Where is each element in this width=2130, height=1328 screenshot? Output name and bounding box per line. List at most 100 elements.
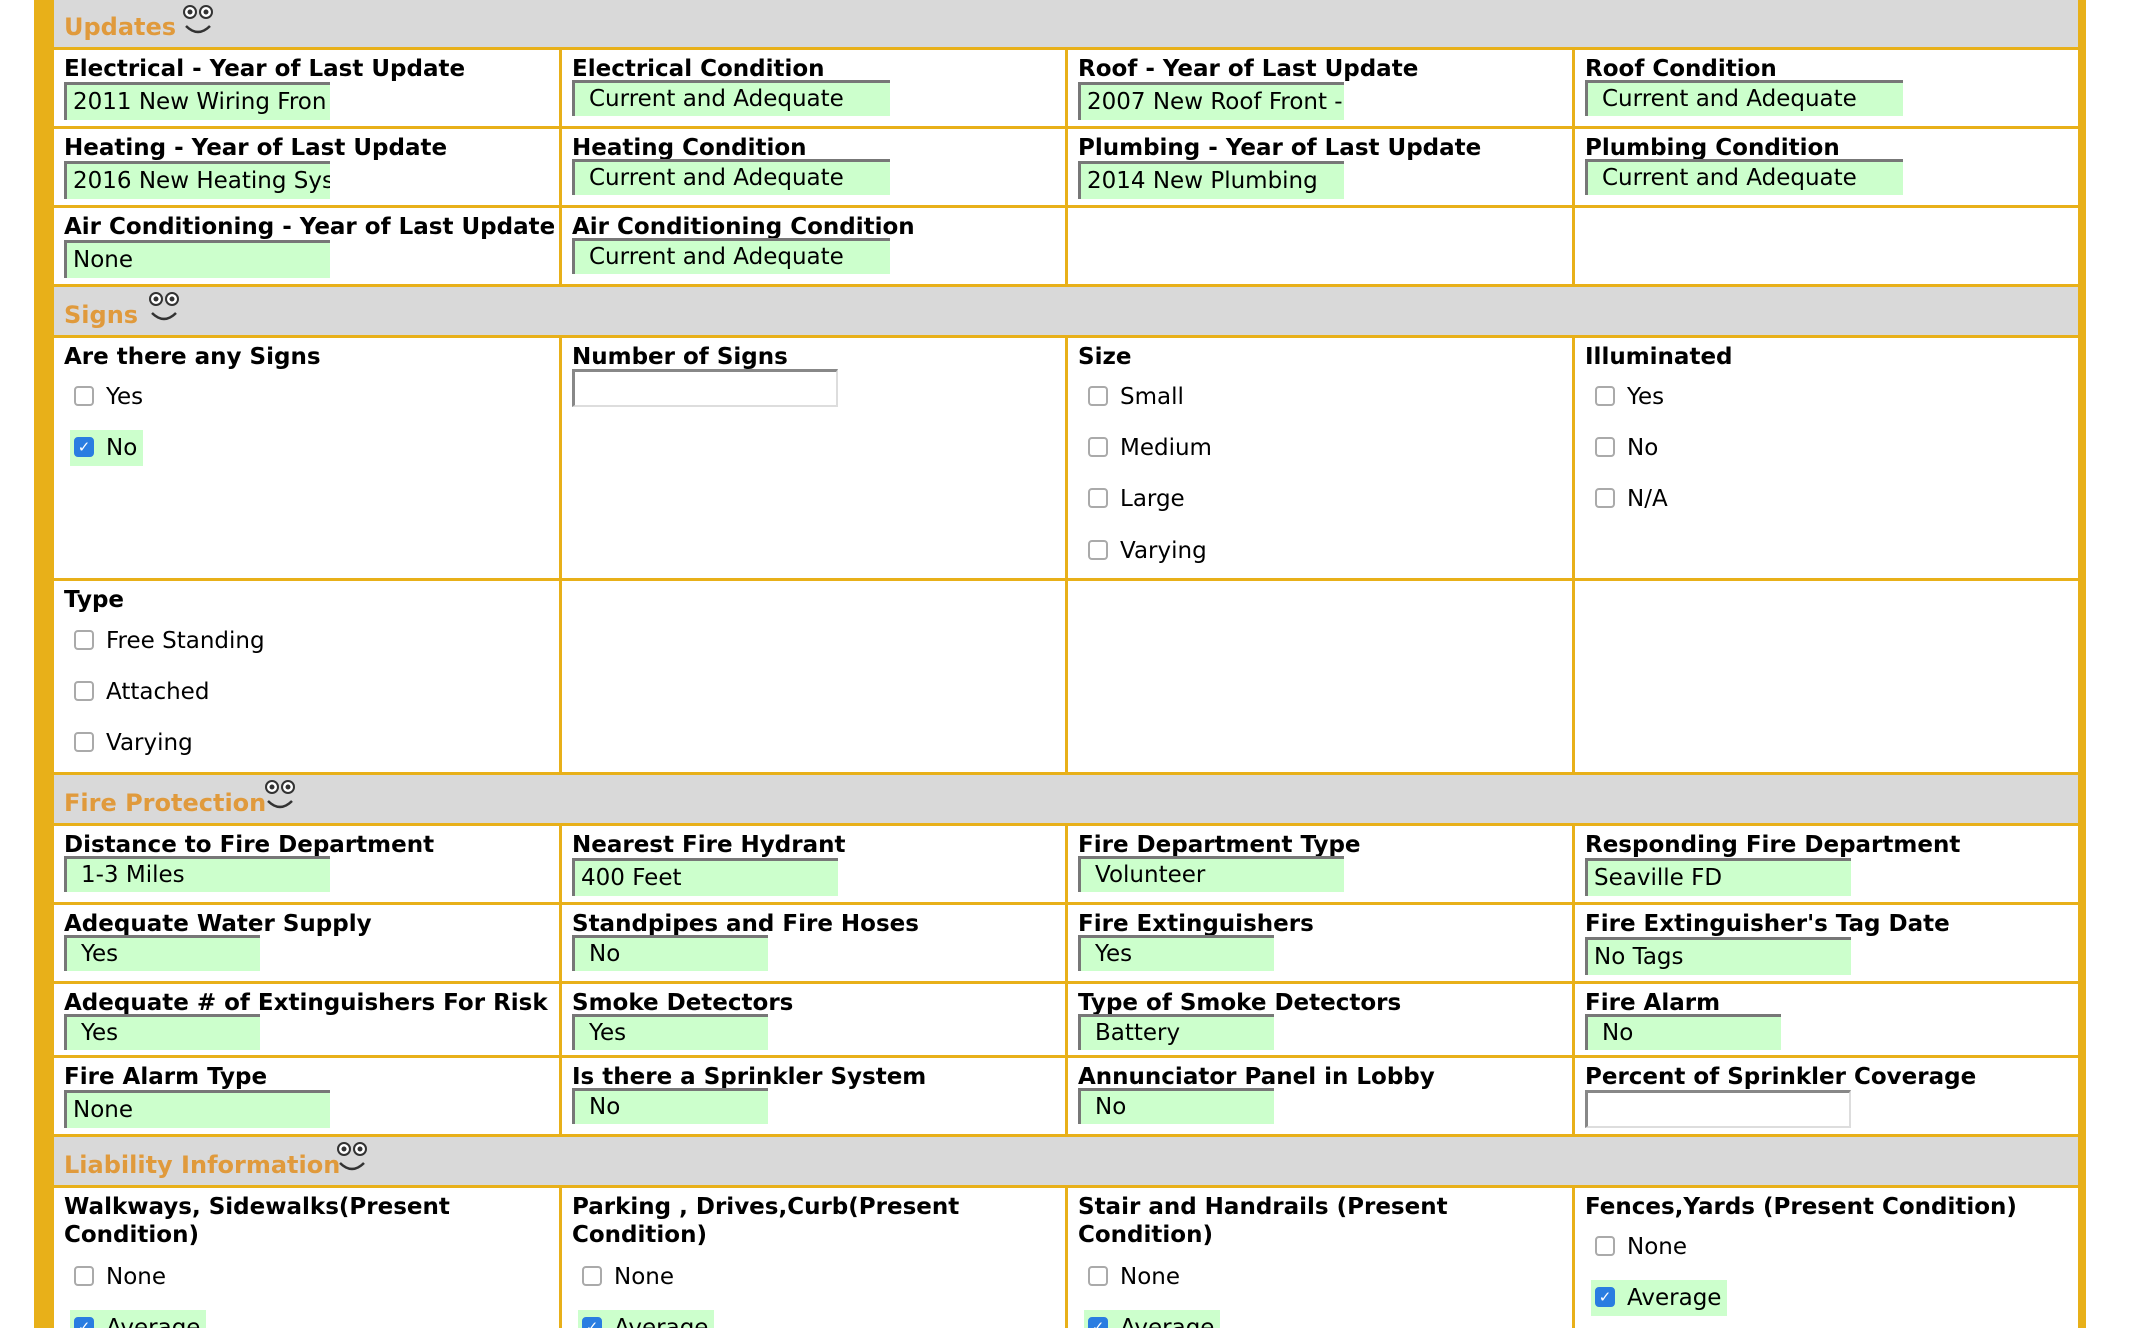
field-label: Are there any Signs <box>64 344 321 370</box>
number-of-signs-input[interactable] <box>572 369 838 407</box>
heating-year-input[interactable]: 2016 New Heating Sys <box>64 161 330 199</box>
checkbox-checked[interactable]: ✓ <box>582 1316 602 1328</box>
checkbox[interactable] <box>74 1265 94 1286</box>
option-none[interactable]: None <box>1088 1259 1180 1295</box>
option-na[interactable]: N/A <box>1595 481 1668 517</box>
checkbox-checked[interactable]: ✓ <box>1088 1316 1108 1328</box>
option-label: Medium <box>1120 435 1212 461</box>
option-varying[interactable]: Varying <box>74 725 193 761</box>
option-average[interactable]: ✓ Average <box>1084 1310 1221 1328</box>
checkbox[interactable] <box>1595 436 1615 457</box>
checkbox[interactable] <box>582 1265 602 1286</box>
smoke-type-select[interactable]: Battery <box>1078 1014 1274 1050</box>
section-header-signs[interactable]: Signs <box>54 287 2078 335</box>
adequate-extinguishers-select[interactable]: Yes <box>64 1014 260 1050</box>
smiley-face-icon[interactable] <box>178 2 218 42</box>
smiley-face-icon[interactable] <box>260 777 300 817</box>
option-large[interactable]: Large <box>1088 481 1185 517</box>
section-title: Liability Information <box>64 1151 341 1179</box>
smoke-detectors-select[interactable]: Yes <box>572 1014 768 1050</box>
roof-condition-select[interactable]: Current and Adequate <box>1585 80 1903 116</box>
checkbox[interactable] <box>74 680 94 701</box>
field-label: Heating - Year of Last Update <box>64 135 448 161</box>
plumbing-year-input[interactable]: 2014 New Plumbing <box>1078 161 1344 199</box>
option-medium[interactable]: Medium <box>1088 430 1212 466</box>
distance-select[interactable]: 1-3 Miles <box>64 856 330 892</box>
option-varying[interactable]: Varying <box>1088 533 1207 569</box>
ac-year-input[interactable]: None <box>64 240 330 278</box>
field-label: Is there a Sprinkler System <box>572 1064 927 1090</box>
field-tag-date: Fire Extinguisher's Tag Date No Tags <box>1575 905 2075 981</box>
electrical-year-input[interactable]: 2011 New Wiring Fron <box>64 82 330 120</box>
water-supply-select[interactable]: Yes <box>64 935 260 971</box>
responding-input[interactable]: Seaville FD <box>1585 858 1851 896</box>
smiley-face-icon[interactable] <box>144 289 184 329</box>
checkbox[interactable] <box>1088 385 1108 406</box>
field-label: Annunciator Panel in Lobby <box>1078 1064 1435 1090</box>
option-free-standing[interactable]: Free Standing <box>74 623 265 659</box>
option-no[interactable]: No <box>1595 430 1658 466</box>
standpipes-select[interactable]: No <box>572 935 768 971</box>
checkbox-checked[interactable]: ✓ <box>74 436 94 457</box>
checkbox[interactable] <box>1088 1265 1108 1286</box>
field-any-signs: Are there any Signs Yes ✓ No <box>54 338 554 578</box>
checkbox[interactable] <box>74 629 94 650</box>
checkbox[interactable] <box>74 385 94 406</box>
checkbox[interactable] <box>74 731 94 752</box>
plumbing-condition-select[interactable]: Current and Adequate <box>1585 159 1903 195</box>
option-average[interactable]: ✓ Average <box>578 1310 715 1328</box>
section-header-updates[interactable]: Updates <box>54 0 2078 47</box>
smiley-face-icon[interactable] <box>332 1139 372 1179</box>
option-small[interactable]: Small <box>1088 379 1184 415</box>
annunciator-select[interactable]: No <box>1078 1088 1274 1124</box>
alarm-type-input[interactable]: None <box>64 1090 330 1128</box>
checkbox[interactable] <box>1088 487 1108 508</box>
checkbox[interactable] <box>1088 436 1108 457</box>
field-label: Size <box>1078 344 1132 370</box>
dept-type-select[interactable]: Volunteer <box>1078 856 1344 892</box>
field-distance-to-fire-dept: Distance to Fire Department 1-3 Miles <box>54 826 554 902</box>
tag-date-input[interactable]: No Tags <box>1585 937 1851 975</box>
option-none[interactable]: None <box>74 1259 166 1295</box>
option-average[interactable]: ✓ Average <box>70 1310 207 1328</box>
option-label: Average <box>1120 1315 1215 1328</box>
field-label: Air Conditioning - Year of Last Update <box>64 214 554 240</box>
field-label: Responding Fire Department <box>1585 832 1961 858</box>
field-number-of-signs: Number of Signs <box>562 338 1062 578</box>
field-responding-fire-dept: Responding Fire Department Seaville FD <box>1575 826 2075 902</box>
option-yes[interactable]: Yes <box>1595 379 1664 415</box>
hydrant-input[interactable]: 400 Feet <box>572 858 838 896</box>
section-header-fire-protection[interactable]: Fire Protection <box>54 775 2078 823</box>
field-label: Percent of Sprinkler Coverage <box>1585 1064 1977 1090</box>
fire-alarm-select[interactable]: No <box>1585 1014 1781 1050</box>
option-yes[interactable]: Yes <box>74 379 143 415</box>
option-none[interactable]: None <box>582 1259 674 1295</box>
checkbox-checked[interactable]: ✓ <box>1595 1286 1615 1307</box>
option-label: Average <box>106 1315 201 1328</box>
field-label: Number of Signs <box>572 344 788 370</box>
field-label: Heating Condition <box>572 135 807 161</box>
field-standpipes: Standpipes and Fire Hoses No <box>562 905 1062 981</box>
field-fire-extinguishers: Fire Extinguishers Yes <box>1068 905 1568 981</box>
checkbox[interactable] <box>1595 385 1615 406</box>
option-label: Small <box>1120 384 1184 410</box>
field-sprinkler-system: Is there a Sprinkler System No <box>562 1058 1062 1134</box>
sprinkler-coverage-input[interactable] <box>1585 1090 1851 1128</box>
option-no[interactable]: ✓ No <box>70 430 144 466</box>
option-attached[interactable]: Attached <box>74 674 209 710</box>
section-header-liability[interactable]: Liability Information <box>54 1137 2078 1185</box>
checkbox[interactable] <box>1595 487 1615 508</box>
checkbox[interactable] <box>1088 539 1108 560</box>
field-adequate-extinguishers: Adequate # of Extinguishers For Risk Yes <box>54 984 554 1055</box>
ac-condition-select[interactable]: Current and Adequate <box>572 238 890 274</box>
checkbox[interactable] <box>1595 1235 1615 1256</box>
heating-condition-select[interactable]: Current and Adequate <box>572 159 890 195</box>
electrical-condition-select[interactable]: Current and Adequate <box>572 80 890 116</box>
sprinkler-select[interactable]: No <box>572 1088 768 1124</box>
checkbox-checked[interactable]: ✓ <box>74 1316 94 1328</box>
field-roof-year: Roof - Year of Last Update 2007 New Roof… <box>1068 50 1568 126</box>
option-none[interactable]: None <box>1595 1229 1687 1265</box>
extinguishers-select[interactable]: Yes <box>1078 935 1274 971</box>
option-average[interactable]: ✓ Average <box>1591 1280 1728 1316</box>
roof-year-input[interactable]: 2007 New Roof Front - <box>1078 82 1344 120</box>
